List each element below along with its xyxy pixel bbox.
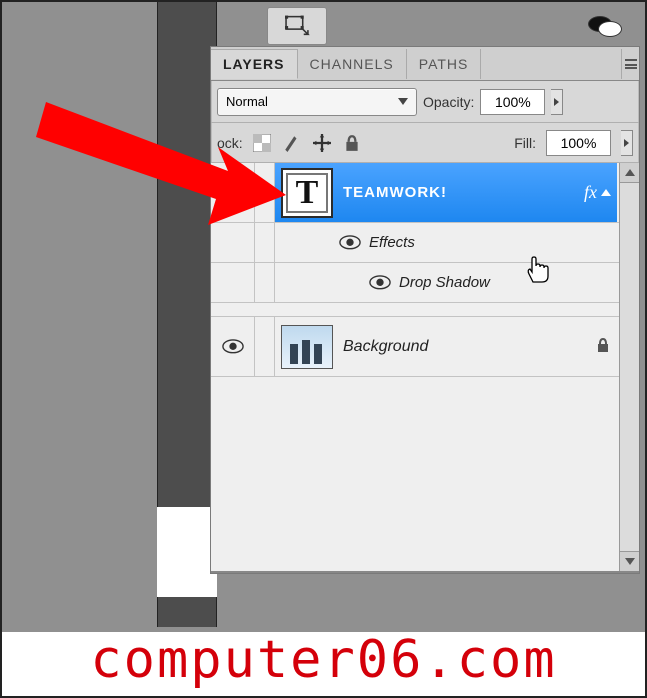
lock-icons-group [253,134,361,152]
fx-indicator[interactable]: fx [584,182,611,203]
layer-background[interactable]: Background [211,317,639,377]
free-transform-icon [285,15,310,37]
tab-paths[interactable]: PATHS [407,49,482,79]
chevron-down-icon [398,98,408,105]
fill-flyout[interactable] [621,130,633,156]
text-layer-thumbnail: T [281,168,333,218]
tab-layers[interactable]: LAYERS [211,49,298,79]
opacity-label: Opacity: [423,94,474,110]
layer-name: TEAMWORK! [343,184,447,201]
effects-label: Effects [369,234,415,251]
free-transform-tool[interactable] [267,7,327,45]
visibility-eye-icon[interactable] [339,235,361,250]
lock-all-icon[interactable] [343,134,361,152]
lock-transparency-icon[interactable] [253,134,271,152]
scroll-up-icon[interactable] [620,163,639,183]
color-swatches[interactable] [588,16,628,42]
chevron-up-icon [601,189,611,196]
panel-tabs: LAYERS CHANNELS PATHS [211,47,639,81]
layer-effect-drop-shadow[interactable]: Drop Shadow [211,263,639,303]
layer-name: Background [343,338,428,356]
lock-icon [595,337,611,356]
layers-scrollbar[interactable] [619,163,639,571]
fill-label: Fill: [514,135,536,151]
lock-position-icon[interactable] [313,134,331,152]
drop-shadow-label: Drop Shadow [399,274,490,291]
layer-text-teamwork[interactable]: T TEAMWORK! fx [211,163,639,223]
layers-panel: LAYERS CHANNELS PATHS Normal Opacity: 10… [210,46,640,574]
lock-label: ock: [217,135,243,151]
layer-effects-row[interactable]: Effects [211,223,639,263]
visibility-eye-icon[interactable] [369,275,391,290]
watermark-text: computer06.com [2,630,645,690]
panel-menu-icon[interactable] [621,49,639,79]
opacity-flyout[interactable] [551,89,563,115]
layers-list: T TEAMWORK! fx Effects [211,163,639,573]
tab-channels[interactable]: CHANNELS [298,49,407,79]
fill-input[interactable]: 100% [546,130,611,156]
scroll-down-icon[interactable] [620,551,639,571]
lock-pixels-icon[interactable] [283,134,301,152]
blend-mode-select[interactable]: Normal [217,88,417,116]
blend-mode-value: Normal [226,94,268,109]
visibility-eye-icon[interactable] [222,185,244,200]
opacity-input[interactable]: 100% [480,89,545,115]
visibility-eye-icon[interactable] [222,339,244,354]
layer-thumbnail [281,325,333,369]
